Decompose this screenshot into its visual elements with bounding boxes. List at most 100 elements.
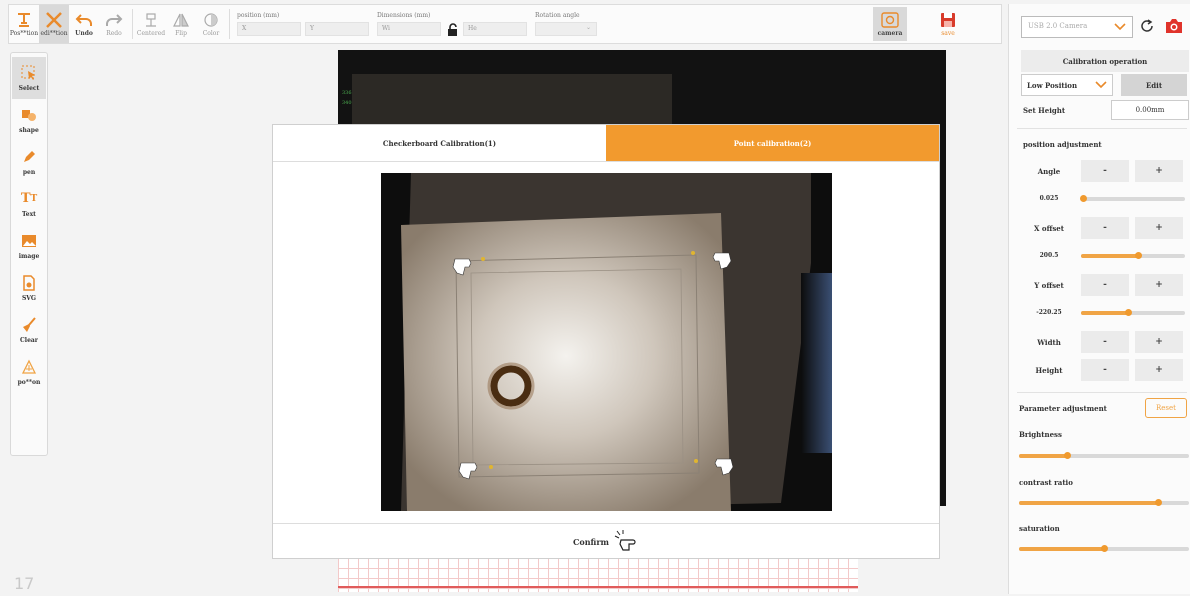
x-offset-minus-button[interactable]: - [1081,217,1129,239]
contrast-ratio-slider-fill [1019,501,1159,505]
width-plus-button[interactable]: + [1135,331,1183,353]
undo-icon [75,12,93,28]
x-offset-slider-handle[interactable] [1135,252,1143,259]
lock-icon[interactable] [445,22,459,36]
position-tool[interactable]: po**on [12,351,46,393]
y-offset-plus-button[interactable]: + [1135,274,1183,296]
width-minus-button[interactable]: - [1081,331,1129,353]
saturation-slider-handle[interactable] [1101,545,1108,552]
flip-label: Flip [175,29,187,37]
brightness-label: Brightness [1019,430,1062,439]
height-label: Height [1035,366,1063,375]
saturation-slider[interactable] [1019,545,1189,552]
tab-point-calibration[interactable]: Point calibration(2) [606,125,939,161]
position-adjustment-title: position adjustment [1023,140,1102,149]
camera-icon [881,11,899,28]
cross-tool-icon [45,11,63,28]
rotation-group: Rotation angle ⌄ [531,5,601,43]
clear-tool[interactable]: Clear [12,309,46,351]
rotation-group-label: Rotation angle [535,12,580,19]
rotation-select[interactable]: ⌄ [535,22,597,36]
redo-label: Redo [106,29,122,37]
divider [1017,392,1187,393]
dimensions-group-label: Dimensions (mm) [377,12,431,19]
select-label: Select [18,84,40,92]
y-offset-slider[interactable] [1081,309,1185,316]
y-offset-slider-handle[interactable] [1124,309,1132,316]
contrast-ratio-label: contrast ratio [1019,478,1073,487]
pen-icon [21,149,37,165]
clear-icon [21,316,37,333]
x-offset-plus-button[interactable]: + [1135,217,1183,239]
pointing-hand-icon [613,529,639,554]
angle-slider-handle[interactable] [1080,195,1088,202]
position-x-field[interactable]: X [237,22,301,36]
text-tool[interactable]: TT Text [12,183,46,225]
flip-icon [172,12,190,28]
clear-label: Clear [20,336,38,344]
angle-slider[interactable] [1080,195,1185,202]
position-select[interactable]: Low Position [1021,74,1113,96]
save-icon [939,12,957,28]
angle-plus-button[interactable]: + [1135,160,1183,182]
calibration-dialog: Checkerboard Calibration(1) Point calibr… [272,124,940,559]
x-offset-label: X offset [1034,224,1064,233]
select-tool[interactable]: Select [12,57,46,99]
width-field[interactable]: Wi [377,22,441,36]
edit-button[interactable]: Edit [1121,74,1187,96]
camera-preview[interactable] [381,173,832,511]
confirm-button[interactable]: Confirm [273,523,939,559]
shape-tool[interactable]: shape [12,99,46,141]
undo-button[interactable]: Undo [69,5,99,43]
brightness-slider[interactable] [1019,452,1189,459]
save-label: save [941,29,955,37]
position-group-label: position (mm) [237,12,280,19]
undo-label: Undo [75,29,93,37]
y-offset-label: Y offset [1034,281,1064,290]
color-label: Color [202,29,220,37]
snapshot-camera-icon[interactable] [1165,18,1183,34]
position-y-field[interactable]: Y [305,22,369,36]
height-field[interactable]: He [463,22,527,36]
brightness-slider-fill [1019,454,1067,458]
contrast-ratio-slider-handle[interactable] [1155,499,1163,506]
right-panel: USB 2.0 Camera Calibration operation Low… [1008,4,1190,594]
tab-checkerboard-calibration[interactable]: Checkerboard Calibration(1) [273,125,606,161]
refresh-icon[interactable] [1139,18,1155,34]
camera-button[interactable]: camera [873,7,907,41]
top-toolbar: Pos**tion edi**tion Undo Redo Centered F… [8,4,1002,44]
camera-label: camera [877,29,903,37]
reset-button[interactable]: Reset [1145,398,1187,418]
redo-button[interactable]: Redo [99,5,129,43]
image-icon [21,233,37,249]
image-tool[interactable]: image [12,225,46,267]
saturation-slider-fill [1019,547,1104,551]
set-height-label: Set Height [1023,106,1066,115]
width-label: Width [1037,338,1061,347]
pen-tool[interactable]: pen [12,141,46,183]
color-icon [202,12,220,28]
flip-button[interactable]: Flip [166,5,196,43]
y-offset-minus-button[interactable]: - [1081,274,1129,296]
brightness-slider-handle[interactable] [1063,452,1071,459]
contrast-ratio-slider[interactable] [1019,499,1189,506]
height-minus-button[interactable]: - [1081,359,1129,381]
select-icon [21,65,37,81]
height-plus-button[interactable]: + [1135,359,1183,381]
centered-label: Centered [136,29,166,37]
color-button[interactable]: Color [196,5,226,43]
position-tool-button[interactable]: Pos**tion [9,5,39,43]
camera-preview-image [381,173,832,511]
dimensions-group: Dimensions (mm) Wi He [373,5,531,43]
set-height-input[interactable]: 0.00mm [1111,100,1189,120]
y-offset-value: -220.25 [1036,309,1062,316]
centered-button[interactable]: Centered [136,5,166,43]
angle-value: 0.025 [1039,195,1059,202]
x-offset-slider[interactable] [1081,252,1185,259]
save-button[interactable]: save [931,5,965,43]
position-tool-icon [15,12,33,28]
camera-select[interactable]: USB 2.0 Camera [1021,16,1133,38]
svg-tool[interactable]: SVG [12,267,46,309]
angle-minus-button[interactable]: - [1081,160,1129,182]
cross-tool-button[interactable]: edi**tion [39,5,69,43]
